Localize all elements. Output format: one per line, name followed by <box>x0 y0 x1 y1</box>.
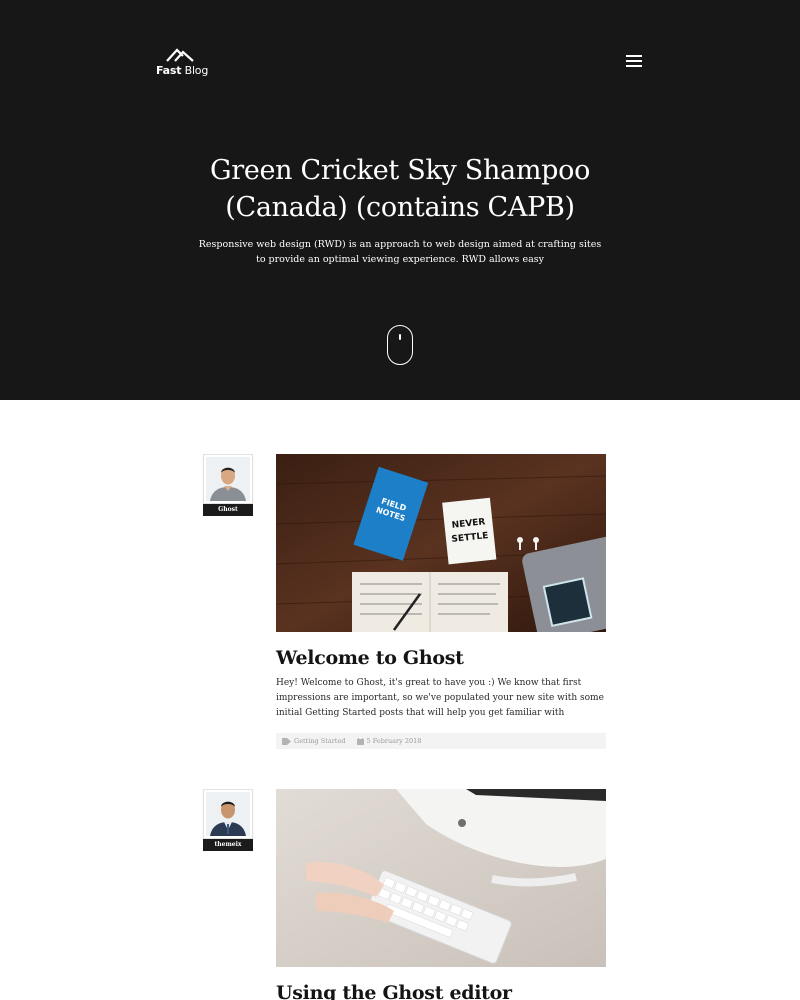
menu-bar <box>626 65 642 67</box>
desk-notebook-image: FIELD NOTES NEVER SETTLE <box>276 454 606 632</box>
logo-text-bold: Fast <box>156 64 182 77</box>
author-name[interactable]: Ghost <box>203 504 253 516</box>
avatar-frame <box>203 789 253 839</box>
post-author[interactable]: Ghost <box>203 454 253 516</box>
post-title[interactable]: Welcome to Ghost <box>276 647 616 669</box>
tag-icon <box>282 737 291 745</box>
post-excerpt: Hey! Welcome to Ghost, it's great to hav… <box>276 678 604 718</box>
avatar-image <box>206 457 250 501</box>
hamburger-icon[interactable] <box>626 55 642 67</box>
post-date: 5 February 2018 <box>356 733 422 749</box>
post-meta: Getting Started 5 February 2018 <box>276 733 606 749</box>
logo-mountain-icon <box>166 48 194 62</box>
avatar-frame <box>203 454 253 504</box>
site-logo[interactable]: Fast Blog <box>156 46 216 80</box>
post-author[interactable]: themeix <box>203 789 253 851</box>
keyboard-imac-image <box>276 789 606 967</box>
post-date-label: 5 February 2018 <box>366 737 422 745</box>
avatar <box>206 792 250 836</box>
avatar <box>206 457 250 501</box>
hero-subtitle: Responsive web design (RWD) is an approa… <box>198 239 602 265</box>
page-title-line-2: (Canada) (contains CAPB) <box>225 192 575 223</box>
menu-bar <box>626 60 642 62</box>
avatar-image <box>206 792 250 836</box>
logo-text-light: Blog <box>184 64 209 77</box>
calendar-icon <box>356 737 364 745</box>
post-feature-image[interactable] <box>276 789 606 967</box>
mouse-scroll-icon[interactable] <box>387 325 413 365</box>
post-tag[interactable]: Getting Started <box>282 733 345 749</box>
author-name[interactable]: themeix <box>203 839 253 851</box>
post-feature-image[interactable]: FIELD NOTES NEVER SETTLE <box>276 454 606 632</box>
page-title-line-1: Green Cricket Sky Shampoo <box>209 155 591 186</box>
logo-text: Fast Blog <box>156 64 208 77</box>
page-title: Green Cricket Sky Shampoo (Canada) (cont… <box>150 152 650 226</box>
menu-bar <box>626 55 642 57</box>
post-tag-label: Getting Started <box>294 737 346 745</box>
hero-section: Fast Blog Green Cricket Sky Shampoo (Can… <box>0 0 800 400</box>
post-title[interactable]: Using the Ghost editor <box>276 982 616 1000</box>
